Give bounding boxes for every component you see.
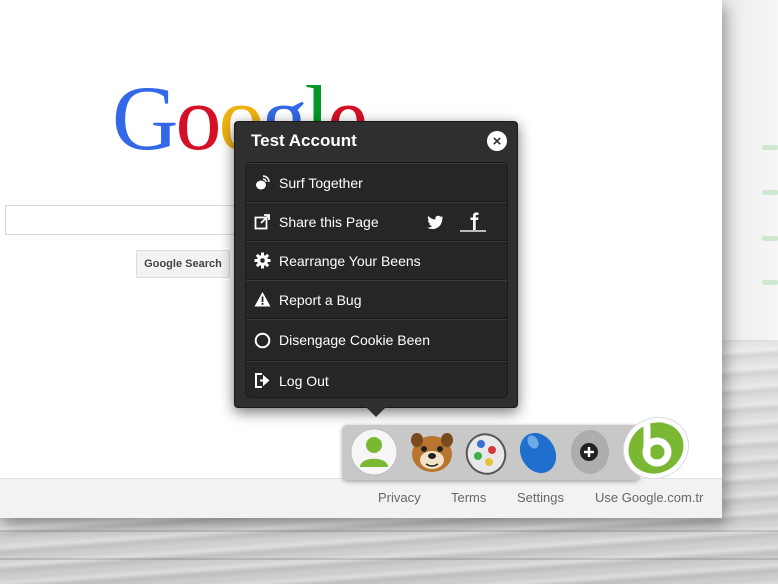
- footer-link-use-google[interactable]: Use Google.com.tr: [595, 490, 703, 505]
- share-icon: [254, 213, 271, 230]
- logout-icon: [254, 372, 271, 389]
- surf-together-icon: [254, 174, 271, 191]
- menu-item-label: Rearrange Your Beens: [279, 252, 421, 269]
- facebook-icon[interactable]: [460, 212, 486, 235]
- popup-title: Test Account: [251, 131, 357, 150]
- menu-item-disengage[interactable]: Disengage Cookie Been: [246, 319, 507, 361]
- account-popup: Test Account × Surf Together Share this …: [234, 121, 518, 408]
- footer: Privacy Terms Settings Use Google.com.tr: [0, 478, 722, 518]
- desk-plank-line: [0, 530, 778, 532]
- menu-item-label: Disengage Cookie Been: [279, 332, 430, 348]
- menu-item-label: Report a Bug: [279, 291, 362, 308]
- menu-item-surf-together[interactable]: Surf Together: [246, 163, 507, 202]
- circle-icon: [254, 332, 271, 349]
- menu-item-share-page[interactable]: Share this Page: [246, 202, 507, 241]
- google-search-button[interactable]: Google Search: [136, 250, 230, 278]
- popup-arrow: [365, 406, 387, 417]
- close-button[interactable]: ×: [487, 131, 507, 151]
- been-logo-icon[interactable]: [620, 412, 692, 482]
- desk-plank-line: [0, 558, 778, 560]
- share-targets: [426, 212, 486, 235]
- warning-icon: [254, 291, 271, 308]
- user-avatar-icon[interactable]: [350, 428, 398, 476]
- popup-menu: Surf Together Share this Page Rearrange …: [245, 162, 508, 398]
- menu-item-label: Share this Page: [279, 213, 379, 230]
- gamepad-been-icon[interactable]: [462, 428, 510, 476]
- add-been-icon[interactable]: [568, 428, 616, 476]
- footer-link-settings[interactable]: Settings: [517, 490, 564, 505]
- menu-item-log-out[interactable]: Log Out: [246, 361, 507, 397]
- menu-item-label: Log Out: [279, 372, 329, 389]
- been-dock: [342, 424, 640, 480]
- footer-link-terms[interactable]: Terms: [451, 490, 486, 505]
- desk-right-edge: [722, 0, 778, 340]
- menu-item-label: Surf Together: [279, 174, 363, 191]
- search-input[interactable]: [5, 205, 255, 235]
- blue-bean-icon[interactable]: [514, 428, 562, 476]
- footer-link-privacy[interactable]: Privacy: [378, 490, 421, 505]
- gear-icon: [254, 252, 271, 269]
- dog-been-icon[interactable]: [408, 428, 456, 476]
- menu-item-report-bug[interactable]: Report a Bug: [246, 280, 507, 319]
- menu-item-rearrange[interactable]: Rearrange Your Beens: [246, 241, 507, 280]
- twitter-icon[interactable]: [426, 215, 444, 233]
